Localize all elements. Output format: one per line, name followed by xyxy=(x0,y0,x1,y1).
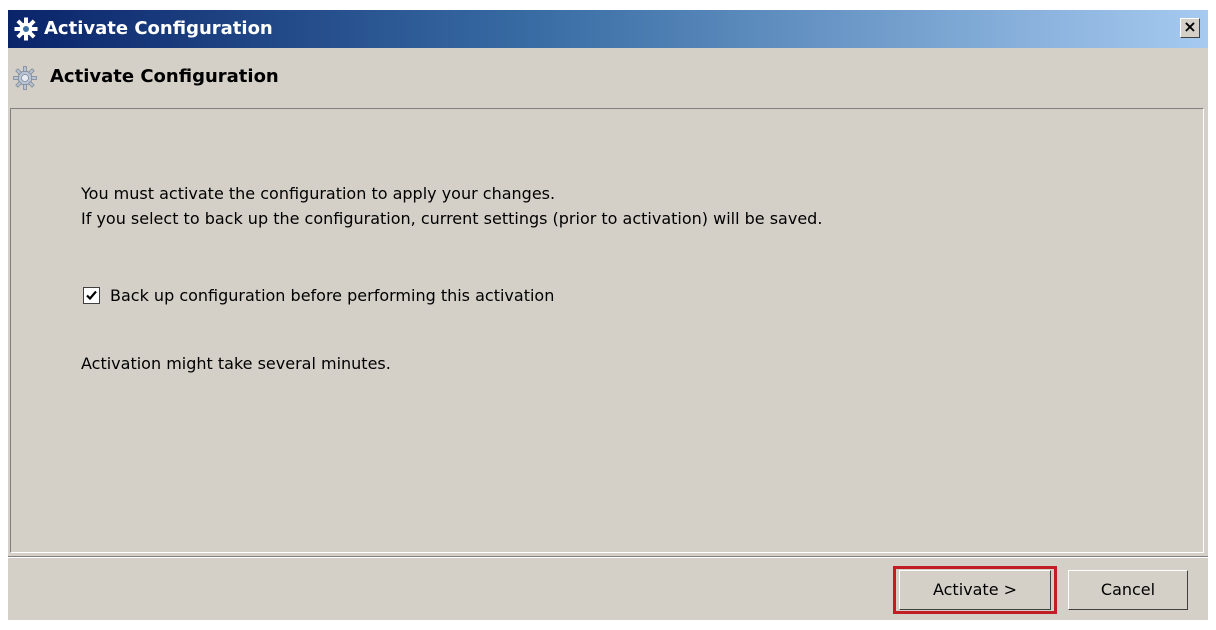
activation-note: Activation might take several minutes. xyxy=(81,354,391,373)
gear-icon xyxy=(14,17,38,41)
close-icon: × xyxy=(1183,17,1197,36)
cancel-button[interactable]: Cancel xyxy=(1068,570,1188,610)
backup-checkbox[interactable] xyxy=(83,286,100,304)
close-button[interactable]: × xyxy=(1180,18,1200,38)
checkmark-icon xyxy=(86,290,97,300)
window-title: Activate Configuration xyxy=(44,18,273,39)
title-bar[interactable]: Activate Configuration × xyxy=(8,10,1208,48)
dialog-header: Activate Configuration xyxy=(8,48,1208,105)
activation-message-line-1: You must activate the configuration to a… xyxy=(81,184,556,203)
content-panel: You must activate the configuration to a… xyxy=(10,108,1204,553)
backup-checkbox-row[interactable]: Back up configuration before performing … xyxy=(83,284,554,306)
activate-button[interactable]: Activate > xyxy=(899,570,1051,610)
backup-checkbox-label[interactable]: Back up configuration before performing … xyxy=(110,286,554,305)
footer-divider xyxy=(8,556,1208,558)
activate-configuration-dialog: Activate Configuration × Activate Config… xyxy=(8,10,1208,620)
header-title: Activate Configuration xyxy=(50,66,279,87)
gear-icon xyxy=(12,65,38,91)
activation-message-line-2: If you select to back up the configurati… xyxy=(81,209,823,228)
